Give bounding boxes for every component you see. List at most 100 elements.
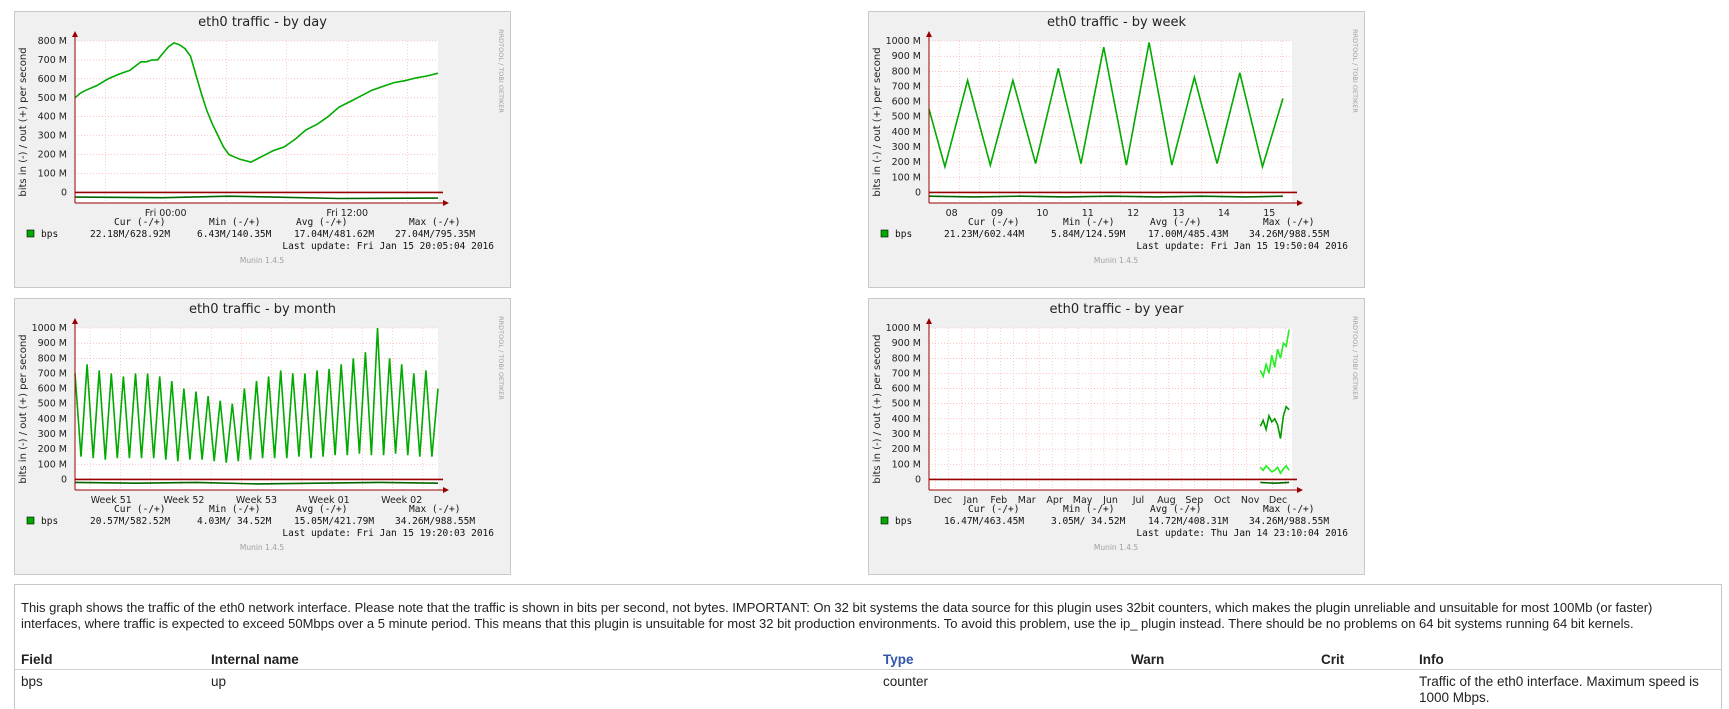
series-line-in [1260, 481, 1290, 485]
legend-series-name: bps [895, 229, 912, 240]
chart-title: eth0 traffic - by month [189, 302, 336, 317]
last-update-text: Last update: Fri Jan 15 19:50:04 2016 [1136, 241, 1348, 252]
type-column-header[interactable]: Type [877, 649, 1125, 670]
y-tick-label: 100 M [38, 459, 67, 470]
plugin-info-panel: This graph shows the traffic of the eth0… [14, 584, 1722, 709]
type-cell: counter [883, 674, 929, 689]
info-cell: Traffic of the eth0 interface. Maximum s… [1419, 674, 1699, 705]
graph-by-week[interactable]: 1000 M 900 M 800 M 700 M 600 M 500 M 400 M 300 … [868, 11, 1365, 288]
x-tick-label: 12 [1127, 208, 1139, 219]
y-tick-label: 300 M [38, 131, 67, 142]
y-tick-label: 100 M [38, 168, 67, 179]
legend-header-max: Max (-/+) [409, 504, 460, 515]
crit-cell [1315, 670, 1413, 707]
y-tick-label: 800 M [892, 353, 921, 364]
y-tick-label: 400 M [38, 112, 67, 123]
rrdtool-watermark: RRDTOOL / TOBI OETIKER [497, 29, 505, 113]
y-tick-label: 200 M [38, 444, 67, 455]
y-tick-label: 300 M [892, 142, 921, 153]
legend-cur-value: 16.47M/463.45M [944, 516, 1024, 527]
y-tick-label: 900 M [892, 51, 921, 62]
type-column-link[interactable]: Type [883, 652, 914, 667]
y-tick-label: 500 M [892, 112, 921, 123]
legend-header-min: Min (-/+) [209, 217, 260, 228]
y-axis-title: bits in (-) / out (+) per second [872, 47, 883, 196]
legend-header-cur: Cur (-/+) [968, 504, 1019, 515]
y-tick-label: 400 M [892, 414, 921, 425]
chart-title: eth0 traffic - by year [1050, 302, 1185, 317]
y-tick-label: 300 M [892, 429, 921, 440]
graph-by-month-svg: 1000 M 900 M 800 M 700 M 600 M 500 M 400 M 300 … [14, 298, 511, 575]
plot-area [929, 328, 1292, 490]
legend-header-cur: Cur (-/+) [968, 217, 1019, 228]
y-tick-label: 900 M [892, 338, 921, 349]
rrdtool-watermark: RRDTOOL / TOBI OETIKER [1351, 29, 1359, 113]
graph-by-day-svg: 800 M 700 M 600 M 500 M 400 M 300 M 200 M 100 M… [14, 11, 511, 288]
x-tick-label: Week 52 [163, 495, 204, 506]
y-tick-label: 600 M [892, 384, 921, 395]
y-tick-label: 1000 M [32, 323, 67, 334]
y-axis-title: bits in (-) / out (+) per second [872, 334, 883, 483]
y-tick-label: 500 M [38, 399, 67, 410]
y-tick-label: 0 [61, 474, 67, 485]
munin-version-footer: Munin 1.4.5 [1094, 543, 1139, 552]
graph-by-year[interactable]: 1000 M 900 M 800 M 700 M 600 M 500 M 400 M 300 … [868, 298, 1365, 575]
plot-area [929, 41, 1292, 203]
legend-header-avg: Avg (-/+) [1150, 504, 1201, 515]
y-tick-label: 0 [915, 474, 921, 485]
crit-column-header: Crit [1315, 649, 1413, 670]
legend-swatch [26, 516, 35, 525]
y-tick-label: 700 M [38, 55, 67, 66]
y-axis-title: bits in (-) / out (+) per second [18, 47, 29, 196]
legend-header-max: Max (-/+) [409, 217, 460, 228]
legend-avg-value: 14.72M/408.31M [1148, 516, 1228, 527]
legend-header-avg: Avg (-/+) [296, 217, 347, 228]
legend-cur-value: 20.57M/582.52M [90, 516, 170, 527]
table-row: bps up counter Traffic of the eth0 inter… [15, 670, 1721, 707]
x-tick-label: Dec [934, 495, 952, 506]
info-column-header: Info [1413, 649, 1721, 670]
rrdtool-watermark: RRDTOOL / TOBI OETIKER [1351, 316, 1359, 400]
legend-header-min: Min (-/+) [1063, 217, 1114, 228]
y-tick-label: 200 M [38, 150, 67, 161]
y-tick-label: 300 M [38, 429, 67, 440]
rrdtool-watermark: RRDTOOL / TOBI OETIKER [497, 316, 505, 400]
x-tick-label: 08 [946, 208, 958, 219]
legend-series-name: bps [41, 229, 58, 240]
y-tick-label: 800 M [38, 36, 67, 47]
legend-avg-value: 15.05M/421.79M [294, 516, 374, 527]
legend-min-value: 5.84M/124.59M [1051, 229, 1126, 240]
x-tick-label: Mar [1018, 495, 1036, 506]
x-tick-label: Apr [1046, 495, 1063, 506]
y-tick-label: 0 [61, 187, 67, 198]
legend-min-value: 3.05M/ 34.52M [1051, 516, 1126, 527]
chart-title: eth0 traffic - by week [1047, 15, 1187, 30]
graph-by-month[interactable]: 1000 M 900 M 800 M 700 M 600 M 500 M 400 M 300 … [14, 298, 511, 575]
warn-cell [1125, 670, 1315, 707]
y-tick-label: 800 M [38, 353, 67, 364]
y-tick-label: 600 M [38, 384, 67, 395]
y-tick-label: 100 M [892, 459, 921, 470]
x-tick-label: Nov [1241, 495, 1260, 506]
legend-max-value: 34.26M/988.55M [1249, 229, 1329, 240]
graph-by-week-svg: 1000 M 900 M 800 M 700 M 600 M 500 M 400 M 300 … [868, 11, 1365, 288]
field-cell: bps [21, 674, 43, 689]
legend-min-value: 6.43M/140.35M [197, 229, 272, 240]
y-tick-label: 1000 M [886, 36, 921, 47]
legend-swatch [880, 516, 889, 525]
y-tick-label: 700 M [38, 368, 67, 379]
legend-cur-value: 22.18M/628.92M [90, 229, 170, 240]
x-tick-label: Oct [1214, 495, 1231, 506]
legend-max-value: 34.26M/988.55M [395, 516, 475, 527]
y-tick-label: 700 M [892, 81, 921, 92]
legend-header-min: Min (-/+) [209, 504, 260, 515]
legend-avg-value: 17.04M/481.62M [294, 229, 374, 240]
legend-swatch [880, 229, 889, 238]
graph-by-day[interactable]: 800 M 700 M 600 M 500 M 400 M 300 M 200 M 100 M… [14, 11, 511, 288]
legend-min-value: 4.03M/ 34.52M [197, 516, 272, 527]
y-tick-label: 1000 M [886, 323, 921, 334]
fields-table-header: Field Internal name Type Warn Crit Info [15, 649, 1721, 670]
internal-name-column-header: Internal name [205, 649, 877, 670]
x-tick-label: 14 [1218, 208, 1230, 219]
munin-version-footer: Munin 1.4.5 [240, 256, 285, 265]
